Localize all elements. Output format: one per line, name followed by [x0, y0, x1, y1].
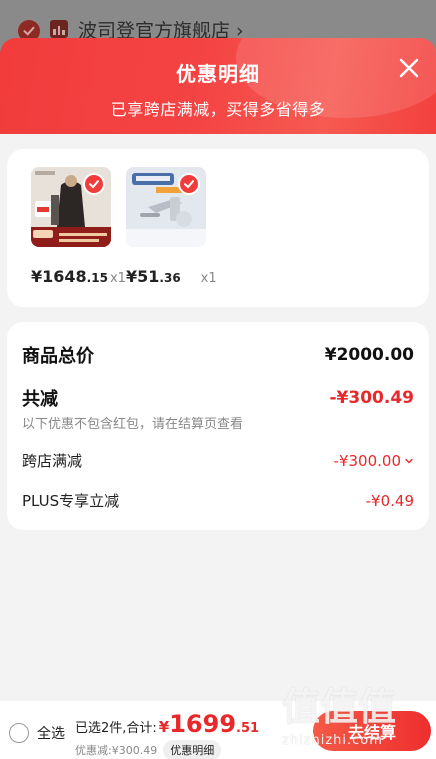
total-yen: ¥	[158, 718, 170, 736]
checkout-button[interactable]: 去结算	[313, 711, 431, 751]
product-price: ¥1648.15 x1	[31, 267, 126, 286]
discount-note: 以下优惠不包含红包，请在结算页查看	[22, 417, 244, 432]
select-all-toggle[interactable]: 全选	[9, 723, 65, 743]
product-qty: x1	[200, 271, 217, 286]
product-price: ¥51.36 x1	[126, 267, 217, 286]
total-reduce-row: 共减 -¥300.49	[22, 385, 414, 411]
cross-store-discount-label: 跨店满减	[22, 452, 83, 470]
total-price-row: 商品总价 ¥2000.00	[22, 342, 414, 368]
discount-amount-text: 优惠减:¥300.49	[75, 744, 158, 757]
total-amount-int: 1699	[169, 710, 237, 738]
cross-store-discount-value[interactable]: -¥300.00	[334, 452, 414, 470]
product-price-dec: .36	[159, 271, 181, 285]
total-price-label: 商品总价	[22, 346, 94, 367]
selected-count-label: 已选2件,合计:	[75, 721, 157, 736]
bottom-checkout-bar: 全选 已选2件,合计: ¥ 1699 .51 优惠减:¥300.49 优惠明细 …	[0, 701, 436, 759]
select-all-label: 全选	[37, 726, 65, 742]
total-price-value: ¥2000.00	[324, 345, 414, 365]
total-amount-dec: .51	[236, 721, 260, 736]
cross-store-discount-row[interactable]: 跨店满减 -¥300.00	[22, 450, 414, 471]
faucet-product-image[interactable]	[126, 167, 206, 247]
products-card: ¥1648.15 x1 ¥51.36 x1	[7, 149, 429, 307]
product-price-int: ¥51	[126, 267, 160, 286]
product-price-int: ¥1648	[31, 267, 87, 286]
product-item[interactable]	[126, 167, 206, 247]
plus-discount-value: -¥0.49	[365, 491, 414, 510]
cross-store-discount-amount: -¥300.00	[333, 451, 401, 470]
sheet-header: 优惠明细 已享跨店满减，买得多省得多	[0, 38, 436, 134]
sheet-subtitle: 已享跨店满减，买得多省得多	[110, 100, 326, 119]
plus-discount-label: PLUS专享立减	[22, 492, 120, 510]
plus-discount-row: PLUS专享立减 -¥0.49	[22, 490, 414, 511]
discount-line: 优惠减:¥300.49 优惠明细	[75, 740, 222, 759]
chevron-down-icon[interactable]	[404, 456, 414, 466]
product-qty: x1	[109, 271, 126, 286]
item-selected-check-icon[interactable]	[83, 173, 105, 195]
select-all-radio[interactable]	[9, 723, 29, 743]
coat-product-image[interactable]	[31, 167, 111, 247]
store-icon	[50, 20, 68, 38]
discount-detail-button[interactable]: 优惠明细	[163, 740, 222, 759]
discount-detail-card: 商品总价 ¥2000.00 共减 -¥300.49 以下优惠不包含红包，请在结算…	[7, 322, 429, 530]
item-selected-check-icon[interactable]	[178, 173, 200, 195]
total-reduce-label: 共减	[22, 389, 58, 410]
selected-summary: 已选2件,合计: ¥ 1699 .51	[75, 710, 259, 738]
product-item[interactable]	[31, 167, 111, 247]
total-reduce-value: -¥300.49	[329, 388, 415, 408]
close-icon[interactable]	[396, 55, 422, 81]
sheet-title: 优惠明细	[176, 62, 260, 86]
product-price-dec: .15	[86, 271, 108, 285]
